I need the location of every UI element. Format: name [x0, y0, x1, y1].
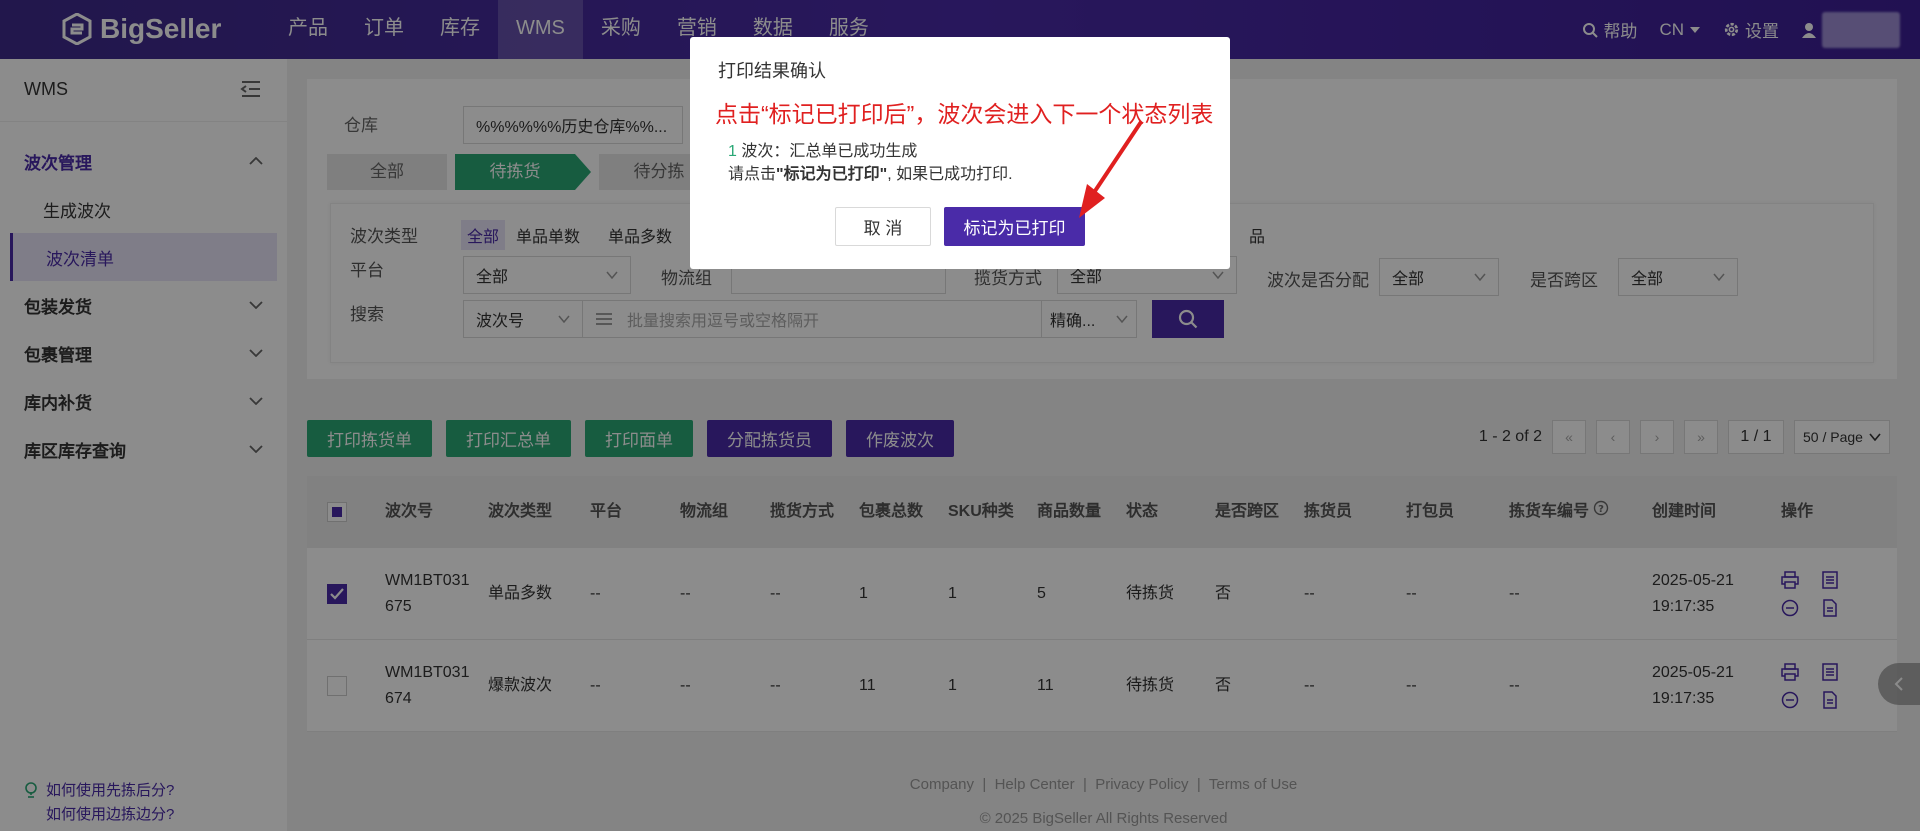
- cancel-button[interactable]: 取 消: [835, 207, 931, 246]
- print-confirm-dialog: 打印结果确认 点击“标记已打印后”，波次会进入下一个状态列表 1 波次：汇总单已…: [690, 37, 1230, 269]
- red-arrow-annotation: [1079, 120, 1143, 218]
- dialog-hint-bold: "标记为已打印": [776, 166, 888, 183]
- dialog-hint-suffix: , 如果已成功打印.: [887, 166, 1013, 183]
- mark-as-printed-button[interactable]: 标记为已打印: [944, 207, 1085, 246]
- dialog-title: 打印结果确认: [718, 61, 826, 81]
- dialog-message-text: 波次：汇总单已成功生成: [736, 143, 918, 160]
- dialog-hint-prefix: 请点击: [728, 166, 777, 183]
- dialog-message-line1: 1 波次：汇总单已成功生成: [728, 137, 917, 161]
- wave-count: 1: [728, 143, 737, 160]
- dialog-message-line2: 请点击"标记为已打印", 如果已成功打印.: [728, 160, 1013, 184]
